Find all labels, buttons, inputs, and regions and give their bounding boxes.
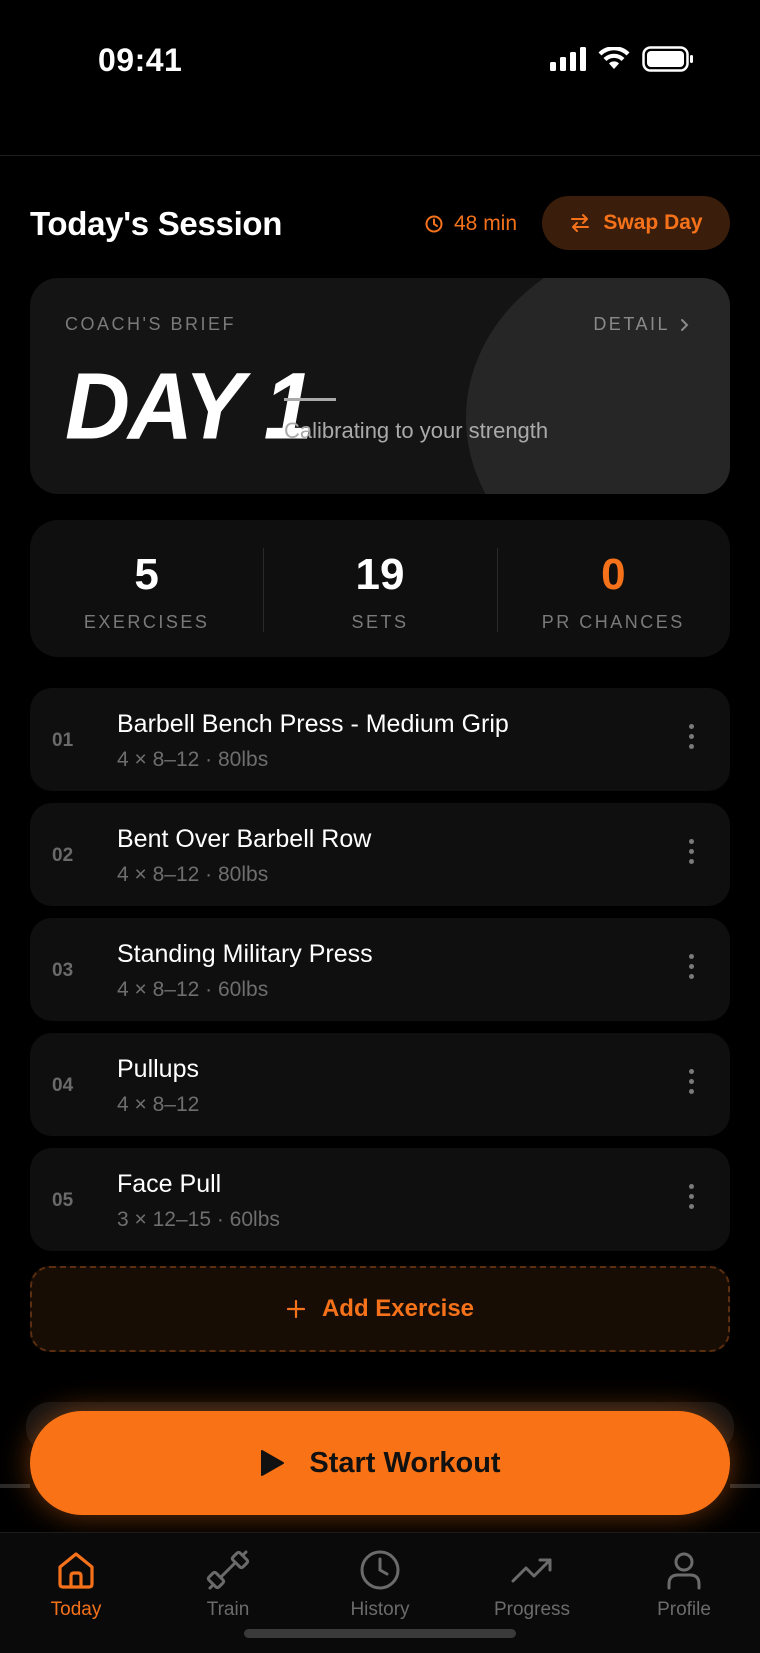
clock-icon — [360, 1550, 400, 1590]
session-duration: 48 min — [424, 212, 517, 236]
exercise-number: 03 — [52, 960, 74, 981]
home-indicator — [244, 1629, 516, 1638]
swap-arrows-icon — [571, 214, 590, 232]
tab-today[interactable]: Today — [0, 1533, 152, 1653]
status-icons — [550, 46, 694, 72]
more-vertical-icon[interactable] — [689, 954, 694, 979]
overlay-divider — [0, 1484, 30, 1488]
coach-detail-link[interactable]: DETAIL — [593, 314, 690, 335]
more-vertical-icon[interactable] — [689, 1069, 694, 1094]
user-icon — [667, 1552, 701, 1590]
swap-day-button[interactable]: Swap Day — [542, 196, 730, 250]
trending-up-icon — [511, 1558, 552, 1583]
header-divider — [0, 155, 760, 156]
tab-label: History — [350, 1599, 410, 1620]
exercise-meta: 4 × 8–12 · 60lbs — [117, 978, 269, 1001]
play-icon — [261, 1450, 285, 1476]
detail-label: DETAIL — [593, 314, 670, 334]
exercise-name: Face Pull — [117, 1170, 222, 1198]
exercise-meta: 3 × 12–15 · 60lbs — [117, 1208, 280, 1231]
battery-icon — [642, 46, 693, 72]
exercise-item[interactable]: 01 Barbell Bench Press - Medium Grip 4 ×… — [30, 688, 730, 791]
exercise-item[interactable]: 05 Face Pull 3 × 12–15 · 60lbs — [30, 1148, 730, 1251]
swap-day-label: Swap Day — [603, 211, 703, 234]
status-bar: 09:41 — [0, 0, 760, 120]
exercise-item[interactable]: 03 Standing Military Press 4 × 8–12 · 60… — [30, 918, 730, 1021]
add-exercise-button[interactable]: Add Exercise — [30, 1266, 730, 1352]
coach-brief-label: COACH'S BRIEF — [65, 314, 236, 334]
page-title: Today's Session — [30, 205, 283, 242]
chevron-right-icon — [681, 318, 689, 331]
stat-label: PR CHANCES — [541, 612, 685, 632]
exercise-item[interactable]: 02 Bent Over Barbell Row 4 × 8–12 · 80lb… — [30, 803, 730, 906]
exercise-name: Pullups — [117, 1055, 199, 1083]
stat-pr-chances: 0 PR CHANCES — [496, 520, 730, 657]
exercise-list: 01 Barbell Bench Press - Medium Grip 4 ×… — [30, 688, 730, 1263]
plus-icon — [286, 1299, 306, 1319]
exercise-name: Barbell Bench Press - Medium Grip — [117, 710, 509, 738]
exercise-item[interactable]: 04 Pullups 4 × 8–12 — [30, 1033, 730, 1136]
tab-label: Progress — [493, 1599, 571, 1620]
exercise-name: Standing Military Press — [117, 940, 373, 968]
duration-label: 48 min — [454, 212, 518, 235]
home-icon — [58, 1552, 94, 1589]
more-vertical-icon[interactable] — [689, 839, 694, 864]
start-workout-button[interactable]: Start Workout — [30, 1411, 730, 1515]
tab-label: Profile — [657, 1599, 711, 1620]
tab-label: Today — [50, 1599, 102, 1620]
coach-subtitle: Calibrating to your strength — [284, 418, 549, 443]
day-number: DAY 1 — [65, 354, 314, 460]
status-time: 09:41 — [98, 42, 183, 78]
exercise-number: 01 — [52, 730, 74, 751]
tab-label: Train — [206, 1599, 250, 1620]
start-workout-label: Start Workout — [309, 1446, 501, 1479]
dumbbell-icon — [206, 1550, 250, 1590]
clock-icon — [425, 215, 443, 233]
tab-profile[interactable]: Profile — [608, 1533, 760, 1653]
stat-exercises: 5 EXERCISES — [30, 520, 263, 657]
stat-label: SETS — [351, 612, 409, 632]
cellular-signal-icon — [550, 47, 586, 71]
stat-value: 19 — [355, 550, 405, 599]
exercise-meta: 4 × 8–12 — [117, 1093, 200, 1116]
exercise-meta: 4 × 8–12 · 80lbs — [117, 748, 269, 771]
subtitle-dash — [284, 398, 336, 401]
more-vertical-icon[interactable] — [689, 1184, 694, 1209]
coach-brief-card[interactable]: COACH'S BRIEF DETAIL DAY 1 Calibrating t… — [30, 278, 730, 494]
exercise-number: 02 — [52, 845, 74, 866]
card-decoration — [466, 278, 730, 494]
exercise-meta: 4 × 8–12 · 80lbs — [117, 863, 269, 886]
session-stats: 5 EXERCISES 19 SETS 0 PR CHANCES — [30, 520, 730, 657]
exercise-number: 04 — [52, 1075, 74, 1096]
stat-value: 0 — [601, 550, 626, 599]
stat-label: EXERCISES — [83, 612, 210, 632]
stat-value: 5 — [134, 550, 159, 599]
more-vertical-icon[interactable] — [689, 724, 694, 749]
exercise-number: 05 — [52, 1190, 74, 1211]
wifi-icon — [598, 47, 630, 69]
add-exercise-label: Add Exercise — [321, 1295, 475, 1322]
stat-sets: 19 SETS — [263, 520, 496, 657]
overlay-divider — [730, 1484, 760, 1488]
exercise-name: Bent Over Barbell Row — [117, 825, 372, 853]
